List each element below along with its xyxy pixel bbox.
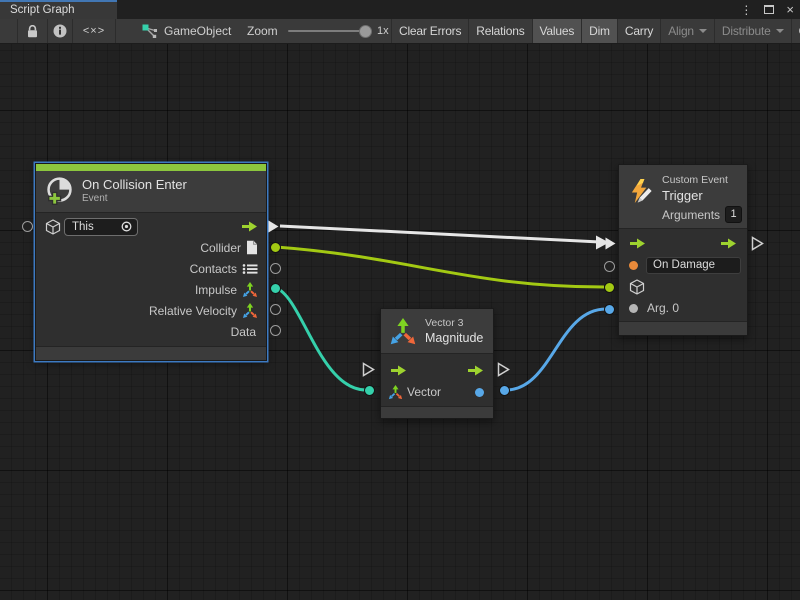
distribute-dropdown[interactable]: Distribute	[714, 19, 791, 43]
port-collider-out[interactable]	[270, 242, 281, 253]
gameobject-label: GameObject	[164, 24, 231, 38]
gameobject-graph-icon	[142, 24, 157, 38]
vector3-icon	[389, 318, 417, 346]
menu-kebab-icon[interactable]: ⋮	[740, 4, 752, 16]
wire-flow[interactable]	[280, 226, 600, 242]
vector3-icon	[242, 282, 258, 298]
list-icon	[242, 263, 258, 275]
dim-toggle[interactable]: Dim	[581, 19, 617, 43]
flow-out-arrow-icon	[467, 365, 484, 376]
zoom-value: 1x	[377, 19, 389, 43]
node-title: Trigger	[662, 188, 703, 203]
graph-toolbar: <×> GameObject Zoom 1x Clear Errors Rela…	[0, 19, 800, 44]
port-flow-in[interactable]	[604, 236, 617, 251]
chevron-down-icon	[776, 29, 784, 33]
node-title: On Collision Enter	[82, 177, 187, 192]
arguments-count-field[interactable]: 1	[725, 206, 742, 223]
tab-script-graph[interactable]: Script Graph	[0, 0, 117, 19]
tab-bar: Script Graph ⋮ ×	[0, 0, 800, 19]
clear-errors-button[interactable]: Clear Errors	[391, 19, 468, 43]
tab-title: Script Graph	[10, 4, 75, 16]
node-on-collision-enter[interactable]: On Collision Enter Event This	[35, 163, 267, 361]
port-event-target-in[interactable]	[22, 221, 33, 232]
gameobject-cube-icon	[45, 219, 61, 235]
document-icon	[246, 240, 258, 255]
node-footer	[619, 321, 747, 335]
node-title: Magnitude	[425, 331, 483, 345]
node-subtitle: Event	[82, 193, 108, 204]
node-supertitle: Vector 3	[425, 317, 464, 329]
code-icon: <×>	[83, 25, 105, 37]
relations-button[interactable]: Relations	[468, 19, 531, 43]
flow-in-arrow-icon	[629, 238, 646, 249]
port-flow-in[interactable]	[362, 362, 375, 377]
info-icon	[53, 24, 67, 38]
vector3-icon	[388, 385, 403, 400]
inspect-button[interactable]	[48, 19, 73, 43]
node-magnitude[interactable]: Vector 3 Magnitude	[380, 308, 494, 419]
node-supertitle: Custom Event	[662, 174, 728, 186]
port-label: Data	[231, 325, 256, 339]
values-toggle[interactable]: Values	[532, 19, 582, 43]
string-dot-icon	[629, 261, 638, 270]
port-relative-velocity-out[interactable]	[270, 304, 281, 315]
object-dot-icon	[629, 304, 638, 313]
maximize-icon[interactable]	[764, 5, 774, 14]
node-footer	[36, 346, 266, 360]
port-result-out[interactable]	[499, 385, 510, 396]
port-label: Vector	[407, 385, 441, 399]
lock-icon	[27, 25, 38, 38]
zoom-slider-handle[interactable]	[359, 25, 372, 38]
float-result-dot-icon	[475, 388, 484, 397]
zoom-slider[interactable]	[288, 30, 372, 32]
port-event-name-in[interactable]	[604, 261, 615, 272]
wire-magnitude[interactable]	[506, 309, 606, 390]
align-dropdown[interactable]: Align	[660, 19, 714, 43]
port-vector-in[interactable]	[364, 385, 375, 396]
gameobject-cube-icon	[629, 279, 645, 295]
carry-toggle[interactable]: Carry	[617, 19, 660, 43]
event-color-bar	[36, 164, 266, 171]
port-arg0-in[interactable]	[604, 304, 615, 315]
port-target-in[interactable]	[604, 282, 615, 293]
lock-button[interactable]	[18, 19, 48, 43]
arguments-label: Arguments	[662, 208, 720, 222]
flow-in-arrow-icon	[390, 365, 407, 376]
graph-canvas[interactable]: On Collision Enter Event This	[0, 44, 800, 600]
wire-collider[interactable]	[276, 247, 604, 287]
custom-event-icon	[628, 178, 655, 205]
port-label: Arg. 0	[647, 301, 679, 315]
port-flow-out[interactable]	[751, 236, 764, 251]
flow-out-arrow-icon	[720, 238, 737, 249]
event-name-field[interactable]: On Damage	[646, 257, 741, 274]
gameobject-context[interactable]: GameObject	[142, 19, 231, 43]
port-label: Collider	[200, 241, 241, 255]
edit-code-button[interactable]: <×>	[73, 19, 116, 43]
collision-event-icon	[44, 176, 75, 207]
overview-button[interactable]: Overv	[791, 19, 800, 43]
script-graph-window: Script Graph ⋮ ×	[0, 0, 800, 600]
port-flow-out[interactable]	[497, 362, 510, 377]
port-label: Relative Velocity	[149, 304, 237, 318]
port-impulse-out[interactable]	[270, 283, 281, 294]
wire-impulse[interactable]	[276, 288, 366, 390]
zoom-label: Zoom	[247, 19, 278, 43]
node-trigger-custom-event[interactable]: Custom Event Trigger Arguments 1	[618, 164, 748, 336]
flow-out-arrow-icon	[241, 221, 258, 232]
port-data-out[interactable]	[270, 325, 281, 336]
target-field[interactable]: This	[64, 218, 138, 236]
vector3-icon	[242, 303, 258, 319]
port-label: Impulse	[195, 283, 237, 297]
port-flow-out[interactable]	[267, 219, 280, 234]
port-contacts-out[interactable]	[270, 263, 281, 274]
object-picker-icon[interactable]	[120, 220, 133, 233]
port-label: Contacts	[190, 262, 237, 276]
chevron-down-icon	[699, 29, 707, 33]
close-icon[interactable]: ×	[786, 3, 794, 16]
node-footer	[381, 406, 493, 418]
